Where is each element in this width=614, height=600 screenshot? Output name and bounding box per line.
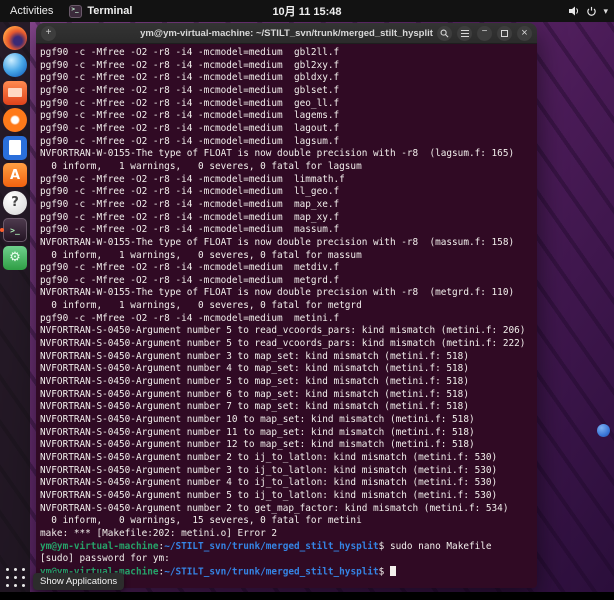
terminal-line: pgf90 -c -Mfree -O2 -r8 -i4 -mcmodel=med… — [40, 212, 533, 225]
terminal-line: pgf90 -c -Mfree -O2 -r8 -i4 -mcmodel=med… — [40, 72, 533, 85]
terminal-line: NVFORTRAN-S-0450-Argument number 12 to m… — [40, 439, 533, 452]
firefox-icon[interactable] — [3, 26, 27, 50]
terminal-line: NVFORTRAN-S-0450-Argument number 7 to ma… — [40, 401, 533, 414]
terminal-line: make: *** [Makefile:202: metini.o] Error… — [40, 528, 533, 541]
window-title: ym@ym-virtual-machine: ~/STILT_svn/trunk… — [140, 28, 433, 39]
terminal-line: [sudo] password for ym: — [40, 553, 533, 566]
focused-app-name: Terminal — [87, 5, 132, 17]
top-bar: Activities Terminal 10月 11 15:48 ▾ — [0, 0, 614, 22]
terminal-line: 0 inform, 1 warnings, 0 severes, 0 fatal… — [40, 250, 533, 263]
terminal-icon[interactable] — [3, 218, 27, 242]
minimize-button[interactable]: − — [477, 26, 492, 41]
terminal-segment: ~/STILT_svn/trunk/merged_stilt_hysplit — [164, 541, 378, 552]
close-button[interactable]: × — [517, 26, 532, 41]
terminal-line: NVFORTRAN-S-0450-Argument number 5 to re… — [40, 325, 533, 338]
terminal-segment: ym@ym-virtual-machine — [40, 541, 159, 552]
terminal-app-icon — [69, 5, 82, 18]
terminal-window: + ym@ym-virtual-machine: ~/STILT_svn/tru… — [36, 23, 537, 588]
libreoffice-writer-icon[interactable] — [3, 136, 27, 160]
terminal-output[interactable]: pgf90 -c -Mfree -O2 -r8 -i4 -mcmodel=med… — [36, 44, 537, 588]
terminal-line: pgf90 -c -Mfree -O2 -r8 -i4 -mcmodel=med… — [40, 313, 533, 326]
help-icon[interactable] — [3, 191, 27, 215]
terminal-line: pgf90 -c -Mfree -O2 -r8 -i4 -mcmodel=med… — [40, 136, 533, 149]
search-icon — [440, 29, 449, 38]
bottom-strip — [0, 592, 614, 600]
terminal-line: NVFORTRAN-S-0450-Argument number 4 to ij… — [40, 477, 533, 490]
terminal-line: NVFORTRAN-S-0450-Argument number 2 to ge… — [40, 503, 533, 516]
terminal-line: NVFORTRAN-W-0155-The type of FLOAT is no… — [40, 287, 533, 300]
show-applications-button[interactable] — [3, 565, 27, 589]
desktop: Activities Terminal 10月 11 15:48 ▾ — [0, 0, 614, 600]
terminal-line: NVFORTRAN-S-0450-Argument number 6 to ma… — [40, 389, 533, 402]
terminal-line: NVFORTRAN-S-0450-Argument number 5 to re… — [40, 338, 533, 351]
terminal-line: 0 inform, 1 warnings, 0 severes, 0 fatal… — [40, 161, 533, 174]
dock — [0, 22, 30, 592]
power-icon — [586, 6, 597, 17]
thunderbird-icon[interactable] — [3, 53, 27, 77]
terminal-line: NVFORTRAN-S-0450-Argument number 5 to ma… — [40, 376, 533, 389]
maximize-icon — [501, 30, 508, 37]
activities-button[interactable]: Activities — [0, 5, 63, 17]
volume-icon — [568, 5, 580, 17]
terminal-headerbar[interactable]: + ym@ym-virtual-machine: ~/STILT_svn/tru… — [36, 23, 537, 44]
terminal-line: pgf90 -c -Mfree -O2 -r8 -i4 -mcmodel=med… — [40, 98, 533, 111]
clock[interactable]: 10月 11 15:48 — [272, 3, 341, 19]
show-applications-tooltip: Show Applications — [33, 573, 124, 590]
terminal-line: pgf90 -c -Mfree -O2 -r8 -i4 -mcmodel=med… — [40, 110, 533, 123]
terminal-line: NVFORTRAN-W-0155-The type of FLOAT is no… — [40, 237, 533, 250]
search-button[interactable] — [437, 26, 452, 41]
dock-items — [0, 22, 30, 273]
terminal-line: NVFORTRAN-W-0155-The type of FLOAT is no… — [40, 148, 533, 161]
menu-button[interactable] — [457, 26, 472, 41]
running-indicator — [0, 228, 4, 232]
terminal-line: pgf90 -c -Mfree -O2 -r8 -i4 -mcmodel=med… — [40, 262, 533, 275]
plus-icon: + — [46, 28, 52, 38]
terminal-line: pgf90 -c -Mfree -O2 -r8 -i4 -mcmodel=med… — [40, 60, 533, 73]
system-status-area[interactable]: ▾ — [568, 0, 608, 22]
terminal-line: NVFORTRAN-S-0450-Argument number 11 to m… — [40, 427, 533, 440]
terminal-line: NVFORTRAN-S-0450-Argument number 3 to ij… — [40, 465, 533, 478]
files-icon[interactable] — [3, 81, 27, 105]
terminal-line: pgf90 -c -Mfree -O2 -r8 -i4 -mcmodel=med… — [40, 224, 533, 237]
terminal-line: pgf90 -c -Mfree -O2 -r8 -i4 -mcmodel=med… — [40, 174, 533, 187]
terminal-line: pgf90 -c -Mfree -O2 -r8 -i4 -mcmodel=med… — [40, 186, 533, 199]
close-icon: × — [521, 28, 527, 39]
terminal-line: pgf90 -c -Mfree -O2 -r8 -i4 -mcmodel=med… — [40, 123, 533, 136]
terminal-segment: $ — [379, 566, 390, 577]
minimize-icon: − — [482, 27, 488, 37]
terminal-line: NVFORTRAN-S-0450-Argument number 5 to ij… — [40, 490, 533, 503]
terminal-line: NVFORTRAN-S-0450-Argument number 2 to ij… — [40, 452, 533, 465]
terminal-line: NVFORTRAN-S-0450-Argument number 10 to m… — [40, 414, 533, 427]
terminal-segment: ~/STILT_svn/trunk/merged_stilt_hysplit — [164, 566, 378, 577]
terminal-line: NVFORTRAN-S-0450-Argument number 3 to ma… — [40, 351, 533, 364]
ubuntu-software-icon[interactable] — [3, 163, 27, 187]
green-app-icon[interactable] — [3, 246, 27, 270]
new-tab-button[interactable]: + — [41, 26, 56, 41]
blue-indicator-dot — [597, 424, 610, 437]
focused-app-indicator[interactable]: Terminal — [63, 5, 138, 18]
terminal-line: pgf90 -c -Mfree -O2 -r8 -i4 -mcmodel=med… — [40, 85, 533, 98]
terminal-line: NVFORTRAN-S-0450-Argument number 4 to ma… — [40, 363, 533, 376]
terminal-line: 0 inform, 0 warnings, 15 severes, 0 fata… — [40, 515, 533, 528]
terminal-line: 0 inform, 1 warnings, 0 severes, 0 fatal… — [40, 300, 533, 313]
terminal-cursor — [390, 566, 396, 577]
maximize-button[interactable] — [497, 26, 512, 41]
terminal-line: pgf90 -c -Mfree -O2 -r8 -i4 -mcmodel=med… — [40, 275, 533, 288]
terminal-segment: $ sudo nano Makefile — [379, 541, 492, 552]
terminal-line: pgf90 -c -Mfree -O2 -r8 -i4 -mcmodel=med… — [40, 47, 533, 60]
rhythmbox-icon[interactable] — [3, 108, 27, 132]
terminal-line: ym@ym-virtual-machine:~/STILT_svn/trunk/… — [40, 541, 533, 554]
chevron-down-icon: ▾ — [603, 6, 608, 17]
terminal-line: pgf90 -c -Mfree -O2 -r8 -i4 -mcmodel=med… — [40, 199, 533, 212]
hamburger-icon — [461, 30, 469, 37]
